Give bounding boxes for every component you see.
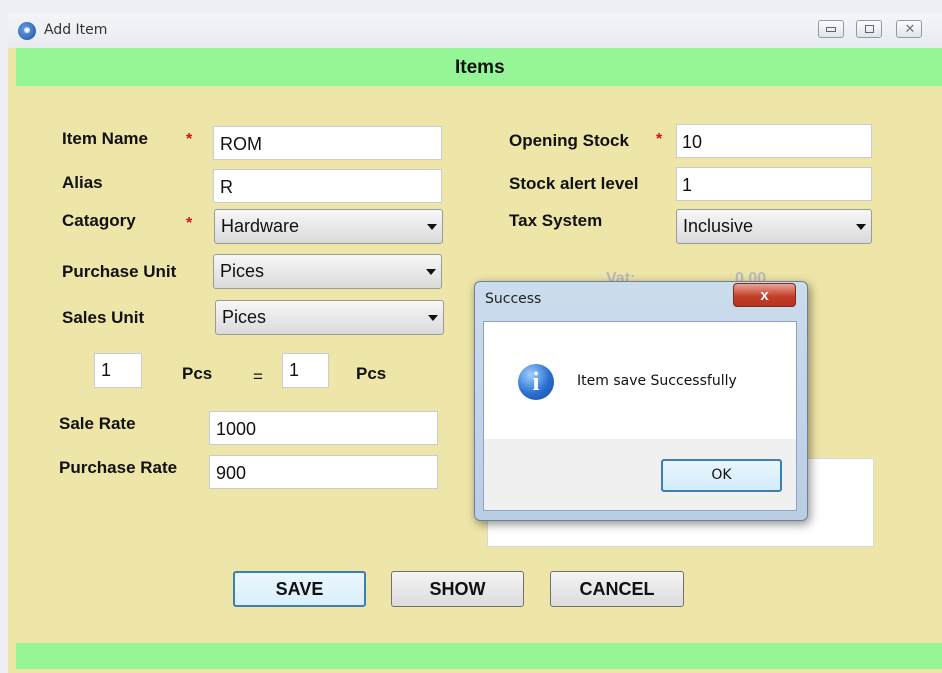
app-logo-icon: ◉ <box>18 22 36 40</box>
app-window: ◉ Add Item ✕ Items Item Name * ROM Alias… <box>0 0 942 673</box>
sales-unit-select[interactable]: Pices <box>215 300 444 335</box>
sales-unit-abbr: Pcs <box>356 364 387 383</box>
chevron-down-icon <box>428 315 438 321</box>
alias-input[interactable]: R <box>213 169 442 203</box>
purchase-unit-select[interactable]: Pices <box>213 254 442 289</box>
window-title: Add Item <box>44 22 108 38</box>
save-button[interactable]: SAVE <box>233 571 366 607</box>
close-icon: x <box>760 287 769 304</box>
stock-alert-label: Stock alert level <box>509 174 639 193</box>
close-icon: ✕ <box>904 21 916 36</box>
minimize-button[interactable] <box>818 20 844 38</box>
tax-system-select[interactable]: Inclusive <box>676 209 872 244</box>
purchase-unit-abbr: Pcs <box>182 364 213 383</box>
title-bar <box>8 14 942 48</box>
page-title: Items <box>455 57 505 78</box>
maximize-button[interactable] <box>856 20 882 38</box>
sales-qty-input[interactable]: 1 <box>282 353 329 388</box>
stock-alert-input[interactable]: 1 <box>676 167 872 201</box>
equals-sign: = <box>253 367 263 386</box>
category-label: Catagory <box>62 211 136 230</box>
dialog-close-button[interactable]: x <box>733 283 796 307</box>
close-window-button[interactable]: ✕ <box>896 20 922 38</box>
ok-button[interactable]: OK <box>661 459 782 492</box>
category-select[interactable]: Hardware <box>214 209 443 244</box>
footer-bar <box>16 643 942 669</box>
opening-stock-label: Opening Stock <box>509 131 629 150</box>
minimize-icon <box>826 27 836 32</box>
chevron-down-icon <box>427 224 437 230</box>
sales-unit-label: Sales Unit <box>62 308 145 327</box>
item-name-label: Item Name <box>62 129 148 148</box>
sale-rate-input[interactable]: 1000 <box>209 411 438 445</box>
sale-rate-label: Sale Rate <box>59 414 136 433</box>
dialog-title: Success <box>485 291 542 307</box>
dialog-message: Item save Successfully <box>577 373 737 389</box>
purchase-unit-selected-value: Pices <box>220 261 265 281</box>
chevron-down-icon <box>856 224 866 230</box>
purchase-qty-input[interactable]: 1 <box>94 353 142 388</box>
alias-label: Alias <box>62 173 103 192</box>
opening-stock-input[interactable]: 10 <box>676 124 872 158</box>
info-icon: i <box>518 364 554 400</box>
sales-unit-selected-value: Pices <box>222 307 267 327</box>
purchase-rate-input[interactable]: 900 <box>209 455 438 489</box>
item-name-input[interactable]: ROM <box>213 126 442 160</box>
item-name-required-mark: * <box>186 131 193 148</box>
show-button[interactable]: SHOW <box>391 571 524 607</box>
category-selected-value: Hardware <box>221 216 300 236</box>
chevron-down-icon <box>426 269 436 275</box>
purchase-rate-label: Purchase Rate <box>59 458 178 477</box>
maximize-icon <box>865 25 874 33</box>
category-required-mark: * <box>186 215 193 232</box>
tax-system-selected-value: Inclusive <box>683 216 754 236</box>
tax-system-label: Tax System <box>509 211 603 230</box>
opening-stock-required-mark: * <box>656 131 663 148</box>
cancel-button[interactable]: CANCEL <box>550 571 684 607</box>
purchase-unit-label: Purchase Unit <box>62 262 177 281</box>
